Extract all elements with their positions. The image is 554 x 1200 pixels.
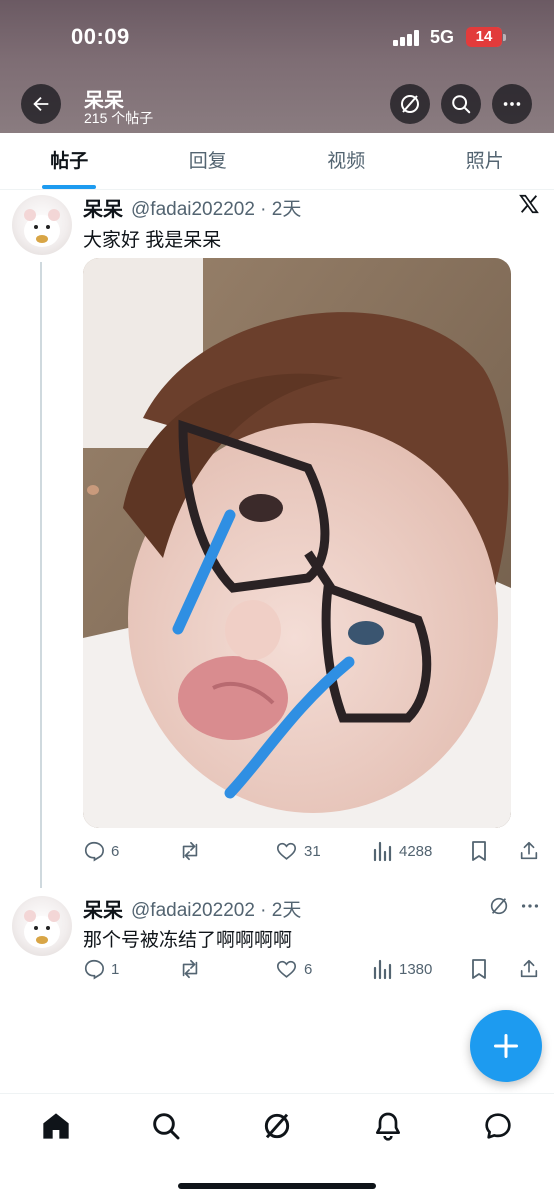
repost-action[interactable]	[178, 840, 208, 862]
hamster-avatar-image	[24, 910, 60, 948]
messages-icon[interactable]	[482, 1110, 514, 1142]
avatar[interactable]	[12, 195, 72, 255]
bookmark-icon	[472, 841, 486, 861]
x-logo-icon	[519, 194, 539, 214]
views-icon	[373, 959, 392, 980]
like-action[interactable]: 31	[275, 840, 321, 862]
reply-action[interactable]: 6	[83, 840, 119, 862]
bookmark-action[interactable]	[469, 840, 489, 862]
grok-icon	[401, 95, 419, 113]
search-button[interactable]	[441, 84, 481, 124]
more-button[interactable]	[492, 84, 532, 124]
hamster-avatar-image	[24, 209, 60, 247]
like-count: 6	[304, 960, 313, 978]
views-count: 1380	[399, 960, 433, 978]
avatar[interactable]	[12, 896, 72, 956]
bell-icon[interactable]	[372, 1110, 404, 1142]
tab-posts[interactable]: 帖子	[0, 133, 139, 189]
plus-icon	[493, 1033, 519, 1059]
back-button[interactable]	[21, 84, 61, 124]
tweet-author-name[interactable]: 呆呆	[83, 894, 123, 923]
compose-button[interactable]	[470, 1010, 542, 1082]
network-label: 5G	[430, 27, 455, 47]
status-time: 00:09	[71, 24, 130, 49]
status-bar: 00:09 5G 14	[0, 0, 554, 76]
heart-icon	[276, 960, 297, 978]
tweet-photo[interactable]	[83, 258, 511, 828]
views-icon	[373, 841, 392, 862]
repost-icon	[182, 959, 198, 979]
tab-photos[interactable]: 照片	[416, 133, 554, 189]
tweet-text: 那个号被冻结了啊啊啊啊	[83, 930, 293, 951]
post-count: 215 个帖子	[84, 110, 154, 126]
arrow-left-icon	[33, 96, 49, 112]
home-indicator	[178, 1183, 376, 1189]
grok-button[interactable]	[390, 84, 430, 124]
reply-icon	[84, 841, 104, 862]
tweet-author-name[interactable]: 呆呆	[83, 193, 123, 222]
home-icon[interactable]	[40, 1110, 72, 1142]
tweet-handle-time[interactable]: @fadai202202 · 2天	[131, 194, 301, 221]
share-action[interactable]	[518, 958, 540, 980]
share-icon	[520, 959, 538, 978]
like-action[interactable]: 6	[275, 958, 312, 980]
more-icon[interactable]	[519, 895, 541, 917]
bookmark-action[interactable]	[469, 958, 489, 980]
grok-icon[interactable]	[261, 1110, 293, 1142]
views-count: 4288	[399, 842, 433, 860]
tab-replies[interactable]: 回复	[139, 133, 278, 189]
like-count: 31	[304, 842, 321, 860]
tab-videos[interactable]: 视频	[277, 133, 416, 189]
search-icon[interactable]	[150, 1110, 182, 1142]
repost-action[interactable]	[178, 958, 208, 980]
views-action[interactable]: 4288	[373, 840, 432, 862]
views-action[interactable]: 1380	[373, 958, 432, 980]
search-icon	[452, 95, 471, 114]
reply-count: 6	[111, 842, 120, 860]
share-action[interactable]	[518, 840, 540, 862]
reply-icon	[84, 959, 104, 980]
share-icon	[520, 841, 538, 860]
profile-tabs: 帖子 回复 视频 照片	[0, 133, 554, 190]
signal-icon	[393, 30, 421, 46]
tweet-text: 大家好 我是呆呆	[83, 230, 222, 251]
repost-icon	[182, 841, 198, 861]
bookmark-icon	[472, 959, 486, 979]
selfie-image	[83, 258, 511, 828]
reply-count: 1	[111, 960, 120, 978]
more-icon	[503, 102, 521, 106]
grok-icon[interactable]	[488, 895, 510, 917]
thread-line	[40, 262, 42, 888]
tweet-handle-time[interactable]: @fadai202202 · 2天	[131, 895, 301, 922]
battery-level: 14	[466, 27, 502, 47]
reply-action[interactable]: 1	[83, 958, 119, 980]
heart-icon	[276, 842, 297, 860]
